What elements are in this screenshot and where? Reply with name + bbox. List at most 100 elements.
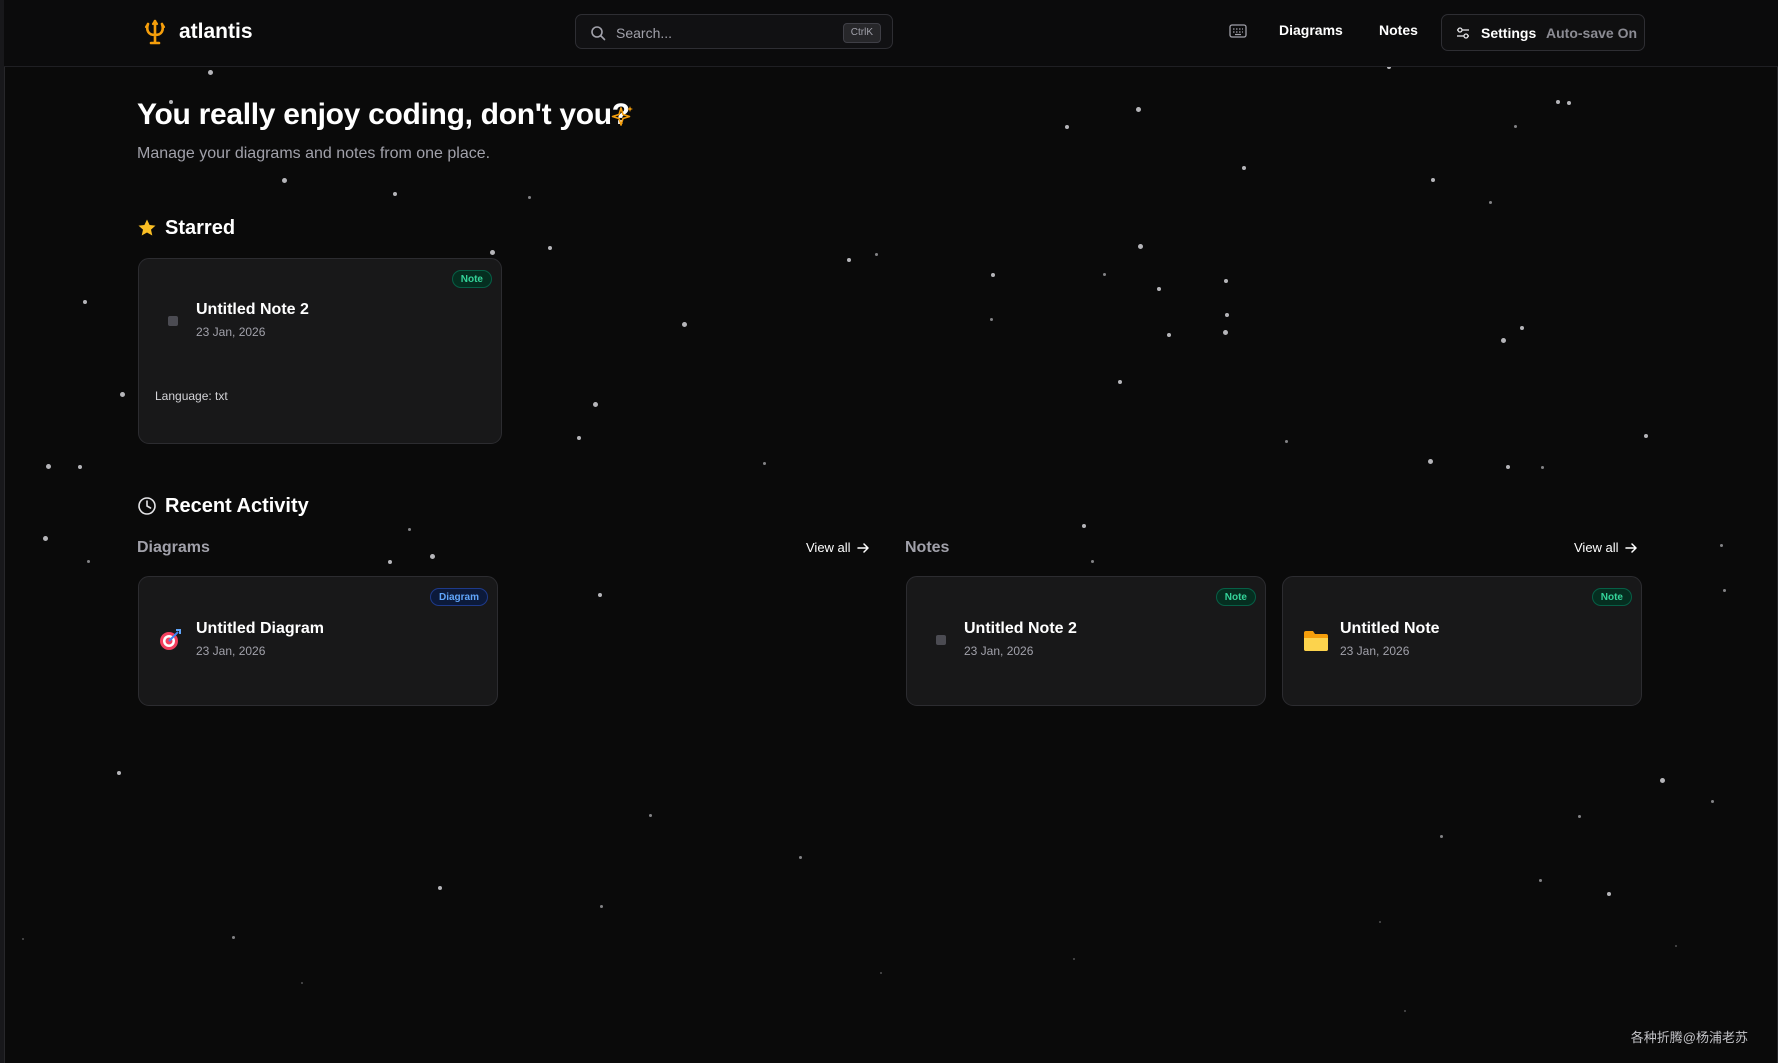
settings-button[interactable]: Settings Auto-save On	[1441, 14, 1645, 51]
star-dot	[991, 273, 995, 277]
star-dot	[1440, 835, 1443, 838]
card-title: Untitled Note 2	[964, 620, 1077, 637]
star-dot	[83, 300, 87, 304]
star-dot	[1242, 166, 1246, 170]
recent-note-card-untitled-note-2[interactable]: Note Untitled Note 2 23 Jan, 2026	[906, 576, 1266, 706]
star-dot	[232, 936, 235, 939]
star-dot	[1379, 921, 1381, 923]
search-input[interactable]	[614, 21, 818, 45]
star-dot	[990, 318, 993, 321]
recent-diagrams-heading: Diagrams	[137, 539, 210, 556]
star-dot	[1720, 544, 1723, 547]
recent-notes-heading: Notes	[905, 539, 950, 556]
keyboard-icon[interactable]	[1229, 24, 1247, 38]
star-dot	[408, 528, 411, 531]
starred-heading: Starred	[165, 217, 236, 239]
star-dot	[880, 972, 882, 974]
note-badge: Note	[1591, 588, 1632, 606]
star-dot	[799, 856, 802, 859]
star-dot	[847, 258, 851, 262]
star-dot	[1514, 125, 1517, 128]
star-dot	[1285, 440, 1288, 443]
star-dot	[430, 554, 435, 559]
card-language: Language: txt	[155, 389, 228, 403]
view-all-label: View all	[1574, 540, 1619, 555]
recent-note-card-untitled-note[interactable]: Note Untitled Note 23 Jan, 2026	[1282, 576, 1642, 706]
window-left-edge	[0, 0, 5, 1063]
star-dot	[1567, 101, 1571, 105]
star-dot	[438, 886, 442, 890]
file-icon	[936, 635, 946, 645]
star-dot	[1103, 273, 1106, 276]
star-dot	[22, 938, 24, 940]
diagram-badge: Diagram	[429, 588, 488, 606]
watermark-text: 各种折腾@杨浦老苏	[1630, 1030, 1748, 1045]
autosave-status: Auto-save On	[1546, 25, 1638, 41]
star-dot	[1711, 800, 1714, 803]
star-dot	[1404, 1010, 1406, 1012]
star-dot	[1136, 107, 1141, 112]
page-title: You really enjoy coding, don't you?	[137, 98, 630, 131]
star-dot	[1489, 201, 1492, 204]
star-dot	[388, 560, 392, 564]
star-dot	[1167, 333, 1171, 337]
star-dot	[763, 462, 766, 465]
search-icon	[591, 26, 606, 41]
star-dot	[1223, 330, 1228, 335]
notes-view-all-link[interactable]: View all	[1574, 540, 1637, 555]
star-dot	[120, 392, 125, 397]
star-dot	[548, 246, 552, 250]
target-icon	[160, 629, 181, 650]
star-dot	[1091, 560, 1094, 563]
nav-diagrams-link[interactable]: Diagrams	[1279, 22, 1343, 38]
star-dot	[87, 560, 90, 563]
star-dot	[1556, 100, 1560, 104]
clock-icon	[138, 497, 156, 515]
card-title: Untitled Note	[1340, 620, 1440, 637]
star-dot	[1675, 945, 1677, 947]
star-dot	[1501, 338, 1506, 343]
star-dot	[301, 982, 303, 984]
star-dot	[1723, 589, 1726, 592]
star-dot	[1065, 125, 1069, 129]
star-dot	[1225, 313, 1229, 317]
star-dot	[78, 465, 82, 469]
recent-diagram-card[interactable]: Diagram Untitled Diagram 23 Jan, 2026	[138, 576, 498, 706]
star-dot	[1660, 778, 1665, 783]
search-box[interactable]: CtrlK	[575, 14, 893, 49]
star-dot	[593, 402, 598, 407]
star-dot	[875, 253, 878, 256]
star-dot	[1118, 380, 1122, 384]
star-dot	[1644, 434, 1648, 438]
star-dot	[1506, 465, 1510, 469]
star-dot	[1073, 958, 1075, 960]
starred-card-untitled-note-2[interactable]: Note Untitled Note 2 23 Jan, 2026 Langua…	[138, 258, 502, 444]
card-date: 23 Jan, 2026	[196, 325, 266, 339]
star-dot	[208, 70, 213, 75]
star-dot	[1224, 279, 1228, 283]
recent-activity-heading: Recent Activity	[165, 495, 309, 517]
star-dot	[1431, 178, 1435, 182]
view-all-label: View all	[806, 540, 851, 555]
star-dot	[1157, 287, 1161, 291]
card-title: Untitled Note 2	[196, 301, 309, 318]
diagrams-view-all-link[interactable]: View all	[806, 540, 869, 555]
nav-notes-link[interactable]: Notes	[1379, 22, 1418, 38]
brand-name: atlantis	[179, 20, 253, 43]
star-dot	[46, 464, 51, 469]
card-date: 23 Jan, 2026	[1340, 644, 1410, 658]
trident-logo-icon	[144, 19, 166, 45]
top-navbar: atlantis CtrlK Diagrams Notes Settings A…	[4, 0, 1778, 67]
brand[interactable]: atlantis	[141, 18, 253, 46]
sparkles-icon	[611, 106, 633, 126]
note-badge: Note	[1215, 588, 1256, 606]
star-dot	[1428, 459, 1433, 464]
star-dot	[600, 905, 603, 908]
star-dot	[282, 178, 287, 183]
star-icon	[138, 219, 156, 236]
star-dot	[649, 814, 652, 817]
file-icon	[168, 316, 178, 326]
star-dot	[1539, 879, 1542, 882]
star-dot	[1607, 892, 1611, 896]
star-dot	[1082, 524, 1086, 528]
